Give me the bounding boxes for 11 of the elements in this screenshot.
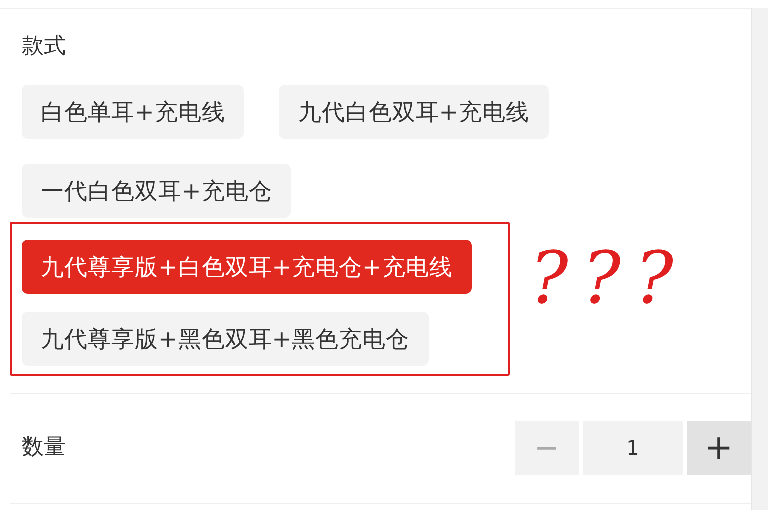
annotation-note: ??? (530, 242, 688, 314)
quantity-field[interactable]: 1 (583, 421, 683, 475)
option-chip[interactable]: 九代白色双耳+充电线 (279, 85, 549, 139)
option-chip[interactable]: 九代尊享版+黑色双耳+黑色充电仓 (22, 312, 429, 366)
option-chip[interactable]: 一代白色双耳+充电仓 (22, 164, 292, 218)
option-chip[interactable]: 九代尊享版+白色双耳+充电仓+充电线 (22, 240, 472, 294)
section-label: 款式 (21, 33, 67, 61)
increase-button[interactable]: + (687, 421, 751, 475)
option-chip[interactable]: 白色单耳+充电线 (22, 85, 244, 139)
quantity-label: 数量 (22, 434, 66, 462)
scrollbar[interactable] (751, 8, 768, 510)
